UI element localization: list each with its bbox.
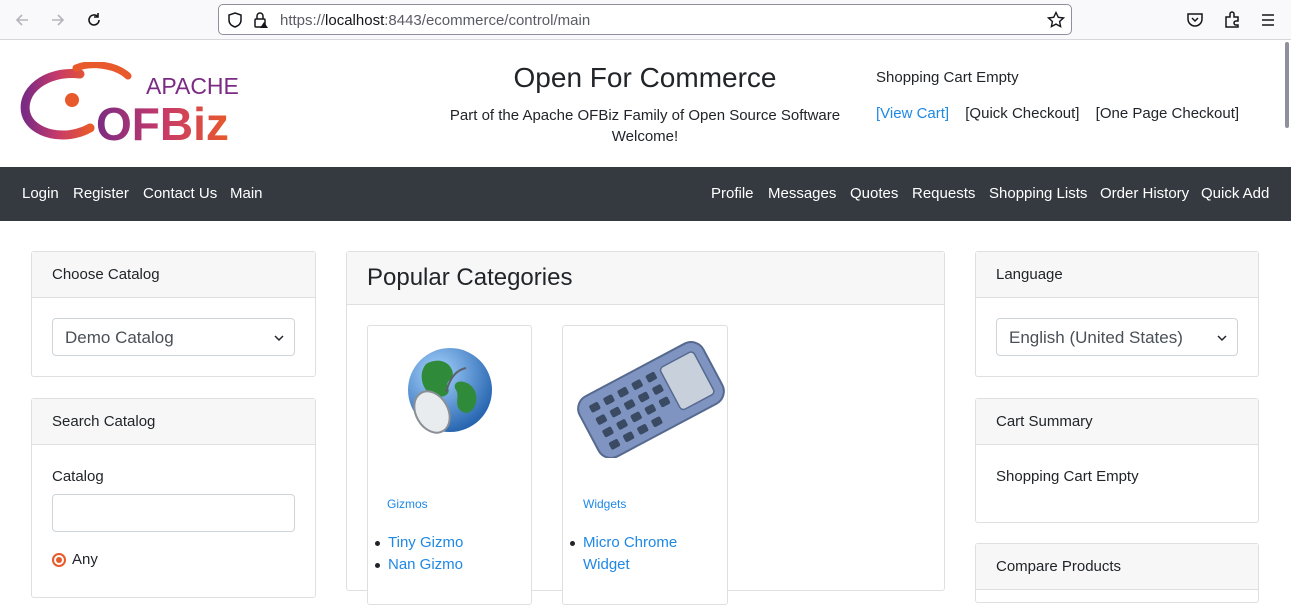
product-link[interactable]: Nan Gizmo [368,554,533,576]
gizmo-globe-mouse-image[interactable] [398,342,498,442]
nav-register[interactable]: Register [73,185,129,202]
widgets-product-list: Micro Chrome Widget [563,532,703,576]
page-scrollbar[interactable] [1285,42,1289,128]
chevron-down-icon [1217,335,1227,342]
nav-shopping-lists[interactable]: Shopping Lists [989,185,1087,202]
search-catalog-card: Search Catalog Catalog Any [31,398,316,598]
catalog-field-label: Catalog [52,468,104,485]
extensions-icon[interactable] [1222,10,1242,30]
catalog-search-input[interactable] [52,494,295,532]
site-title: Open For Commerce [513,62,777,93]
quick-checkout-link[interactable]: [Quick Checkout] [965,105,1079,122]
language-card: Language English (United States) [975,251,1259,377]
compare-products-title: Compare Products [976,544,1258,590]
catalog-select[interactable]: Demo Catalog [52,318,295,356]
cart-status: Shopping Cart Empty [876,69,1019,86]
nav-messages[interactable]: Messages [768,185,836,202]
category-card-widgets: Widgets Micro Chrome Widget [562,325,728,605]
widget-calculator-image[interactable] [569,340,733,458]
one-page-checkout-link[interactable]: [One Page Checkout] [1096,105,1239,122]
product-link[interactable]: Micro Chrome Widget [563,532,703,576]
nav-requests[interactable]: Requests [912,185,975,202]
catalog-select-value: Demo Catalog [65,328,174,347]
menu-icon[interactable] [1258,10,1278,30]
popular-categories-title: Popular Categories [347,252,944,305]
cart-summary-text: Shopping Cart Empty [996,468,1139,485]
language-select-value: English (United States) [1009,328,1183,347]
reload-button[interactable] [82,8,106,32]
forward-button[interactable] [46,8,70,32]
shield-icon[interactable] [226,11,244,29]
ofbiz-logo[interactable]: APACHE OFBiz [20,61,260,150]
nav-login[interactable]: Login [22,185,59,202]
gizmos-product-list: Tiny Gizmo Nan Gizmo [368,532,533,576]
pocket-icon[interactable] [1185,10,1205,30]
nav-quick-add[interactable]: Quick Add [1201,185,1269,202]
popular-categories-card: Popular Categories Gizmos Tiny Gizmo Nan… [346,251,945,605]
cart-links: [View Cart] [Quick Checkout] [One Page C… [876,105,1247,122]
lock-warning-icon[interactable] [252,11,270,29]
product-link[interactable]: Tiny Gizmo [368,532,533,554]
radio-any[interactable] [52,553,66,567]
back-arrow-icon [15,14,28,26]
bookmark-star-icon[interactable] [1047,11,1065,29]
browser-toolbar: https://localhost:8443/ecommerce/control… [0,0,1291,40]
tagline-text: Part of the Apache OFBiz Family of Open … [449,107,841,124]
choose-catalog-card: Choose Catalog Demo Catalog [31,251,316,377]
ofbiz-logo-graphic: APACHE OFBiz [20,61,239,150]
tagline: Part of the Apache OFBiz Family of Open … [445,105,845,147]
nav-contact-us[interactable]: Contact Us [143,185,217,202]
language-title: Language [976,252,1258,298]
reload-icon [88,13,100,26]
category-name-widgets[interactable]: Widgets [583,497,626,511]
category-card-gizmos: Gizmos Tiny Gizmo Nan Gizmo [367,325,532,605]
nav-main[interactable]: Main [230,185,263,202]
category-name-gizmos[interactable]: Gizmos [387,497,428,511]
compare-products-card: Compare Products [975,543,1259,603]
radio-any-label: Any [72,551,98,568]
view-cart-link[interactable]: [View Cart] [876,105,949,122]
choose-catalog-title: Choose Catalog [32,252,315,298]
cart-summary-card: Cart Summary Shopping Cart Empty [975,398,1259,523]
svg-text:APACHE: APACHE [146,73,239,99]
back-button[interactable] [10,8,34,32]
nav-profile[interactable]: Profile [711,185,754,202]
nav-order-history[interactable]: Order History [1100,185,1189,202]
address-bar[interactable]: https://localhost:8443/ecommerce/control… [218,4,1072,35]
svg-text:OFBiz: OFBiz [96,98,229,148]
url-text[interactable]: https://localhost:8443/ecommerce/control… [280,12,590,29]
nav-quotes[interactable]: Quotes [850,185,898,202]
forward-arrow-icon [52,14,65,26]
welcome-text: Welcome! [611,128,679,145]
chevron-down-icon [274,335,284,342]
main-nav: Login Register Contact Us Main Profile M… [0,167,1291,221]
language-select[interactable]: English (United States) [996,318,1238,356]
search-catalog-title: Search Catalog [32,399,315,445]
cart-summary-title: Cart Summary [976,399,1258,445]
